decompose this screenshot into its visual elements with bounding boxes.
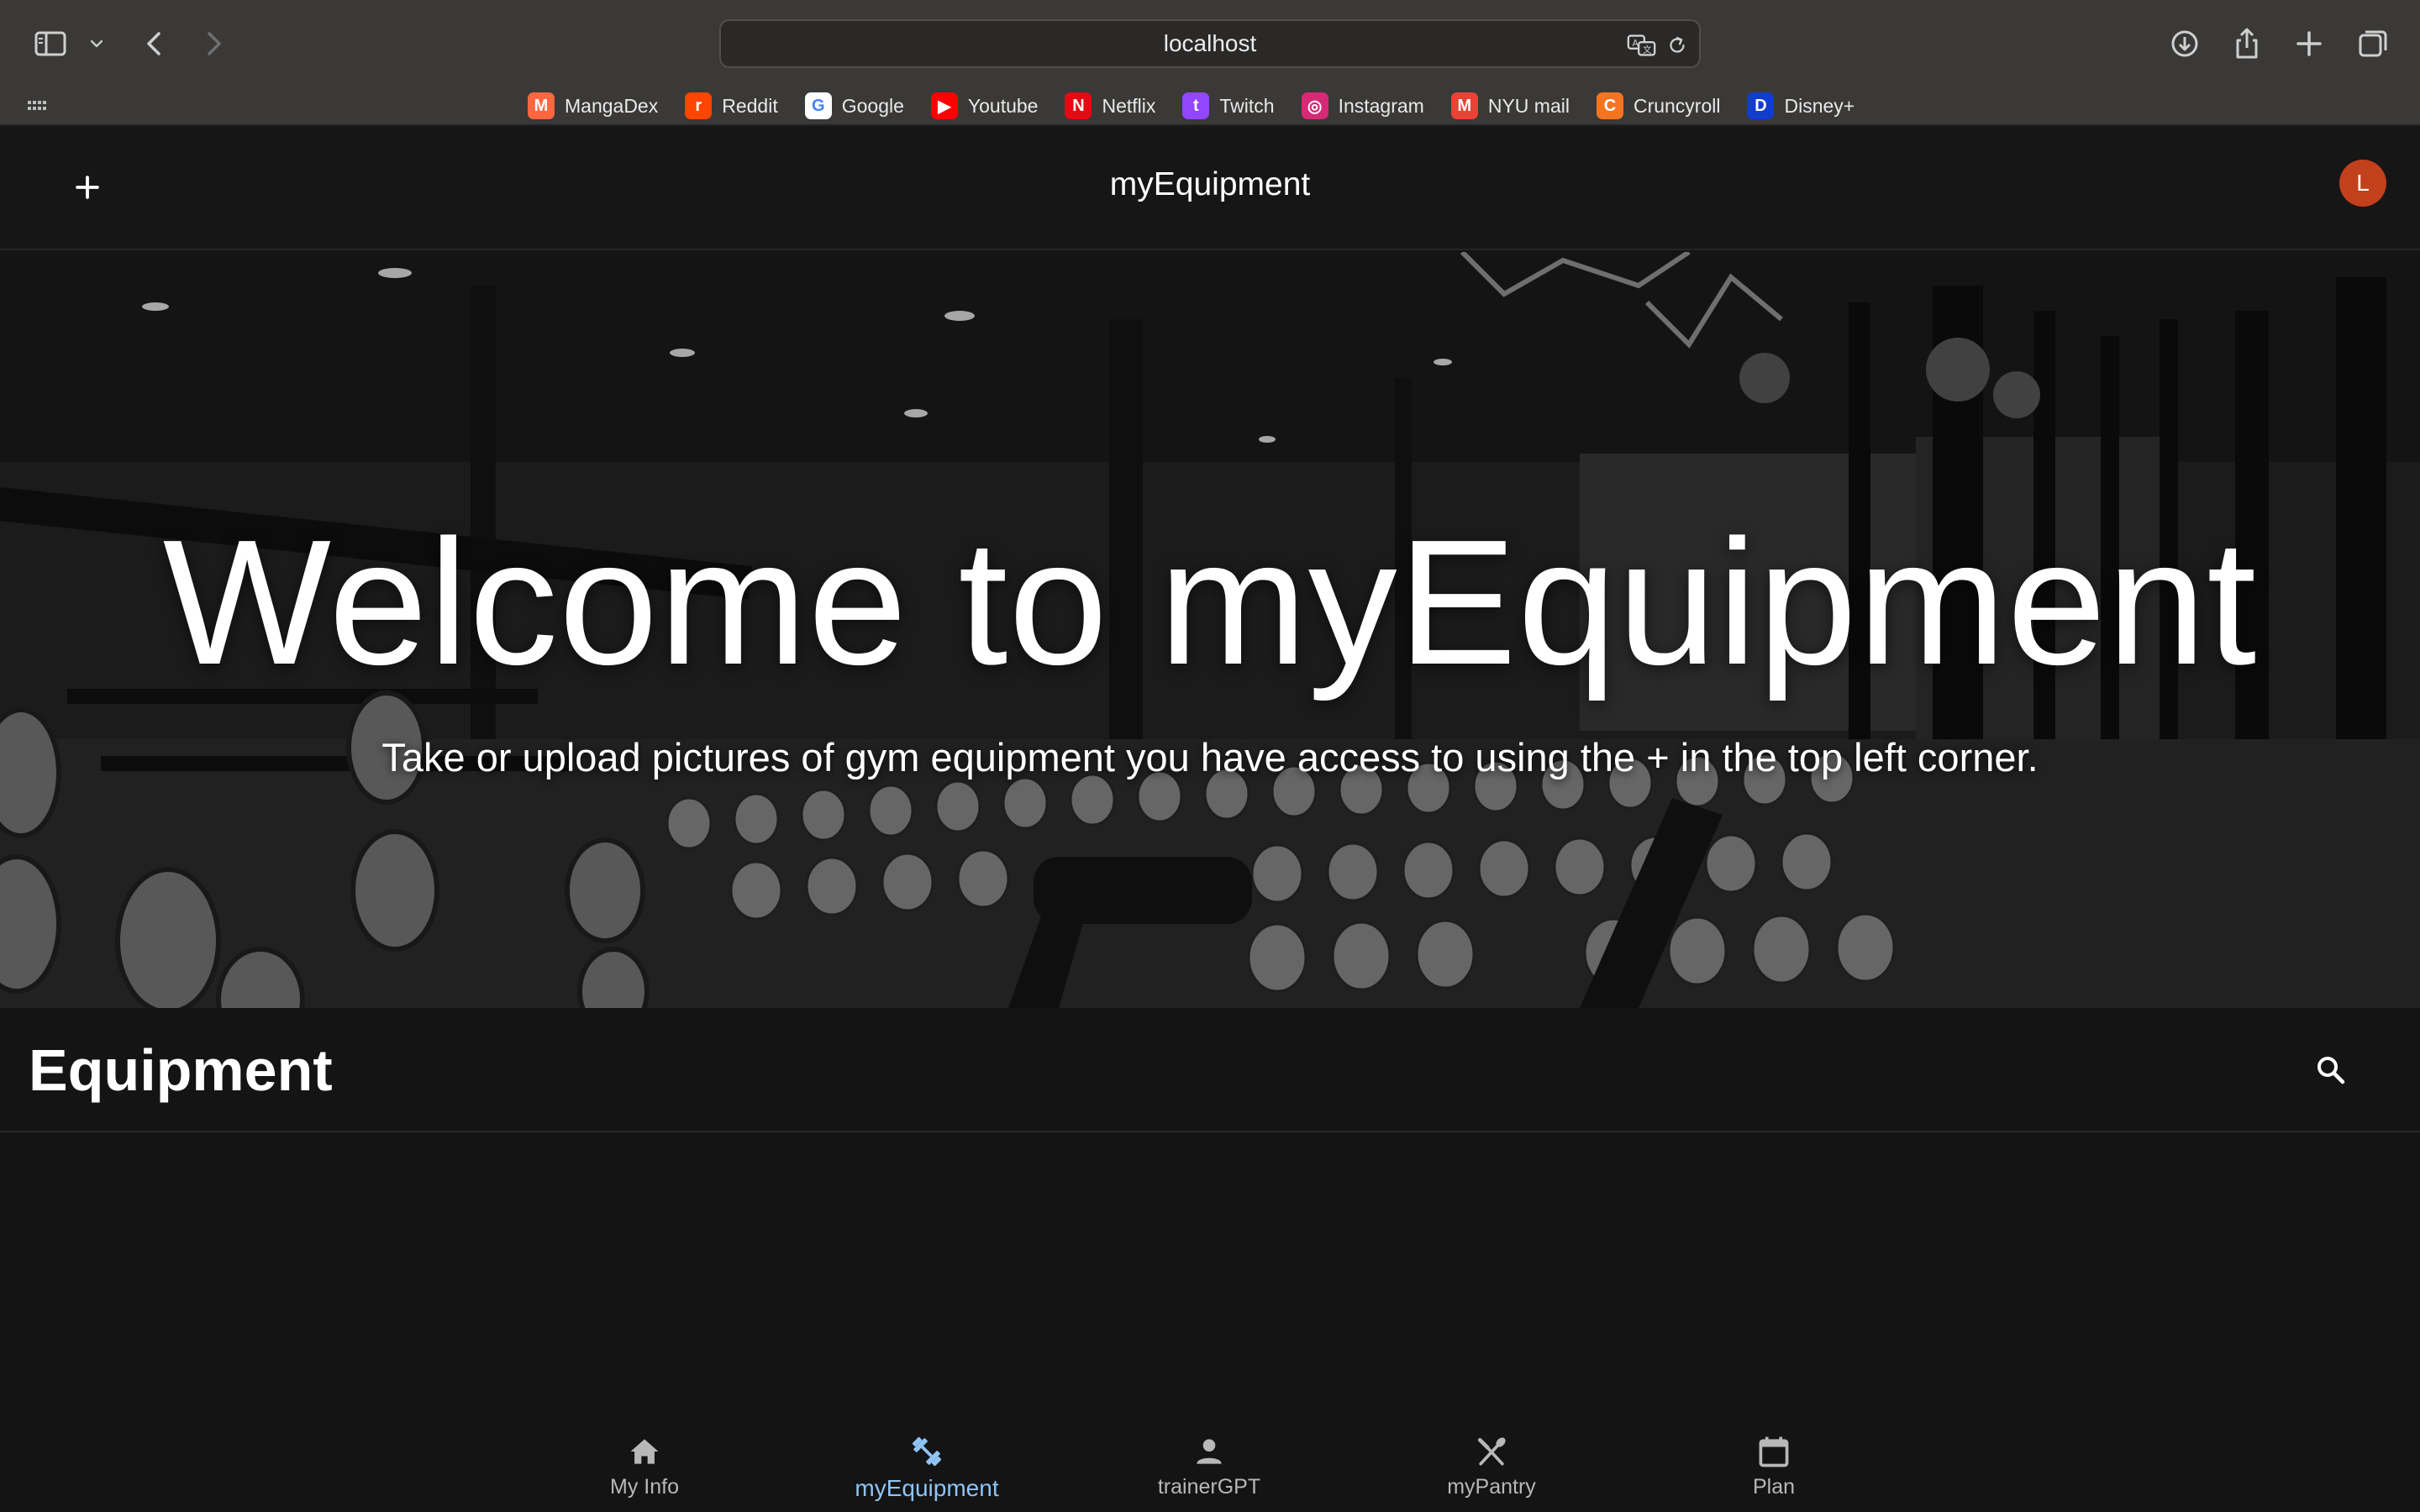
nav-label: My Info: [610, 1475, 679, 1499]
sidebar-toggle-icon[interactable]: [27, 20, 74, 67]
bookmark-item[interactable]: G Google: [804, 89, 904, 123]
home-icon: [624, 1431, 665, 1472]
bookmark-label: Reddit: [722, 94, 778, 117]
search-icon: [2317, 1057, 2345, 1084]
svg-text:文: 文: [1643, 45, 1652, 55]
hero-title: Welcome to myEquipment: [162, 502, 2258, 701]
bookmark-item[interactable]: ◎ Instagram: [1301, 89, 1424, 123]
instagram-icon: ◎: [1301, 92, 1328, 119]
nav-label: Plan: [1752, 1475, 1796, 1499]
nav-item-mypantry[interactable]: myPantry: [1391, 1431, 1592, 1507]
nav-item-plan[interactable]: Plan: [1673, 1431, 1875, 1507]
address-url[interactable]: localhost: [721, 21, 1699, 66]
translate-icon[interactable]: A文: [1625, 29, 1659, 62]
back-icon[interactable]: [131, 20, 178, 67]
person-icon: [1189, 1431, 1229, 1472]
nav-item-my-info[interactable]: My Info: [544, 1431, 745, 1507]
bookmark-item[interactable]: D Disney+: [1747, 89, 1854, 123]
nav-label: myEquipment: [855, 1475, 999, 1501]
reload-icon[interactable]: [1660, 29, 1694, 62]
nav-item-myequipment[interactable]: myEquipment: [826, 1431, 1028, 1507]
forward-icon[interactable]: [190, 20, 237, 67]
nav-label: myPantry: [1447, 1475, 1536, 1499]
bookmark-label: Cruncyroll: [1633, 94, 1721, 117]
dumbbell-icon: [907, 1431, 947, 1472]
app-header: myEquipment L: [0, 126, 2420, 250]
nav-item-trainergpt[interactable]: trainerGPT: [1108, 1431, 1310, 1507]
bookmark-label: Instagram: [1338, 94, 1424, 117]
twitch-icon: t: [1182, 92, 1210, 119]
chevron-down-icon[interactable]: [76, 20, 118, 67]
bookmark-label: NYU mail: [1487, 94, 1570, 117]
bookmark-label: MangaDex: [565, 94, 659, 117]
crunchyroll-icon: C: [1596, 92, 1623, 119]
bookmark-label: Google: [841, 94, 904, 117]
address-bar[interactable]: localhost A文: [719, 19, 1701, 68]
disney-plus-icon: D: [1747, 92, 1775, 119]
tab-overview-icon[interactable]: [2349, 20, 2396, 67]
bookmark-item[interactable]: N Netflix: [1065, 89, 1155, 123]
new-tab-icon[interactable]: [2286, 20, 2333, 67]
youtube-icon: ▶: [930, 92, 958, 119]
app-title: myEquipment: [1109, 166, 1311, 202]
gmail-icon: M: [1450, 92, 1478, 119]
bookmark-item[interactable]: t Twitch: [1182, 89, 1275, 123]
bookmark-label: Netflix: [1102, 94, 1156, 117]
bookmark-item[interactable]: r Reddit: [685, 89, 778, 123]
bookmarks-bar: M MangaDex r Reddit G Google ▶ Youtube N Netflix t…: [0, 86, 2420, 126]
reddit-icon: r: [685, 92, 713, 119]
equipment-list-area: [0, 1134, 2420, 1411]
browser-toolbar: localhost A文: [0, 0, 2420, 86]
equipment-section-header: Equipment: [0, 1008, 2420, 1132]
avatar[interactable]: L: [2339, 160, 2386, 207]
hero-banner: Welcome to myEquipment Take or upload pi…: [0, 252, 2420, 1008]
google-icon: G: [804, 92, 832, 119]
bookmark-label: Disney+: [1784, 94, 1855, 117]
search-button[interactable]: [2307, 1047, 2354, 1094]
bookmark-item[interactable]: ▶ Youtube: [930, 89, 1039, 123]
bookmark-item[interactable]: C Cruncyroll: [1596, 89, 1721, 123]
mangadex-icon: M: [528, 92, 555, 119]
bookmark-label: Twitch: [1219, 94, 1275, 117]
netflix-icon: N: [1065, 92, 1092, 119]
nav-label: trainerGPT: [1157, 1475, 1261, 1499]
bookmark-item[interactable]: M MangaDex: [528, 89, 658, 123]
section-title: Equipment: [29, 1037, 333, 1103]
svg-text:A: A: [1633, 39, 1639, 49]
utensils-icon: [1471, 1431, 1512, 1472]
hero-subtitle: Take or upload pictures of gym equipment…: [381, 735, 2039, 780]
bookmark-label: Youtube: [967, 94, 1039, 117]
bookmarks-list: M MangaDex r Reddit G Google ▶ Youtube N Netflix t…: [528, 86, 1854, 126]
bookmark-item[interactable]: M NYU mail: [1450, 89, 1570, 123]
bottom-navigation: My Info myEquipment trainerGPT myPantry Plan: [0, 1411, 2420, 1512]
apps-grid-icon[interactable]: [24, 92, 52, 121]
share-icon[interactable]: [2223, 20, 2270, 67]
calendar-icon: [1754, 1431, 1794, 1472]
download-icon[interactable]: [2161, 20, 2208, 67]
